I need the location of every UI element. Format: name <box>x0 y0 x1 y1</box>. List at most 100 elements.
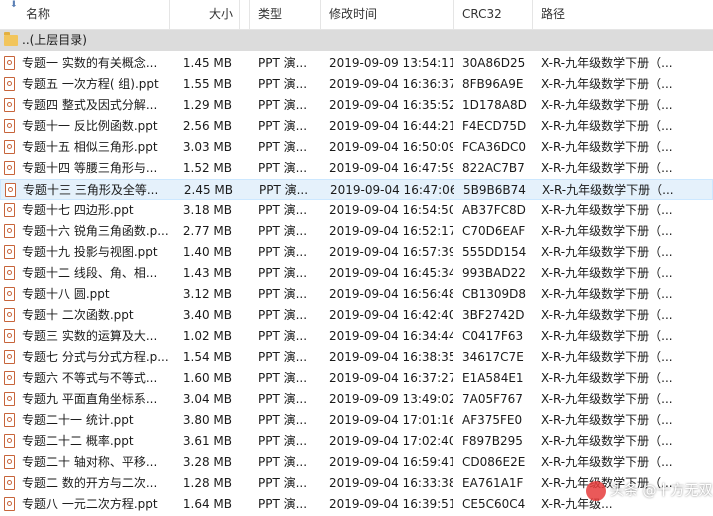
file-path: X-R-九年级数学下册（... <box>541 413 673 427</box>
file-row[interactable]: 专题三 实数的运算及大... 1.02 MB PPT 演... 2019-09-04 … <box>0 326 713 347</box>
file-modified: 2019-09-04 16:36:37 <box>329 77 453 91</box>
file-modified: 2019-09-04 16:39:51 <box>329 497 453 511</box>
file-type: PPT 演... <box>258 203 308 217</box>
file-row[interactable]: 专题六 不等式与不等式... 1.60 MB PPT 演... 2019-09-04 … <box>0 368 713 389</box>
file-path: X-R-九年级数学下册（... <box>541 434 673 448</box>
file-size: 1.52 MB <box>182 161 232 175</box>
file-crc: 34617C7E <box>462 350 524 364</box>
ppt-file-icon <box>4 413 15 427</box>
ppt-file-icon <box>4 56 15 70</box>
column-size[interactable]: 大小 <box>170 0 240 29</box>
file-path: X-R-九年级数学下册（... <box>541 203 673 217</box>
column-modified[interactable]: 修改时间 <box>321 0 454 29</box>
file-size: 1.28 MB <box>182 476 232 490</box>
file-name: 专题二十 轴对称、平移... <box>22 455 158 469</box>
file-row[interactable]: 专题二十 轴对称、平移... 3.28 MB PPT 演... 2019-09-04 … <box>0 452 713 473</box>
file-name: 专题十八 圆.ppt <box>22 287 110 301</box>
file-row[interactable]: 专题十八 圆.ppt 3.12 MB PPT 演... 2019-09-04 16:5… <box>0 284 713 305</box>
file-row[interactable]: 专题十七 四边形.ppt 3.18 MB PPT 演... 2019-09-04 16… <box>0 200 713 221</box>
file-row[interactable]: 专题十六 锐角三角函数.p... 2.77 MB PPT 演... 2019-09-0… <box>0 221 713 242</box>
file-type: PPT 演... <box>258 224 308 238</box>
file-row[interactable]: 专题九 平面直角坐标系... 3.04 MB PPT 演... 2019-09-09 … <box>0 389 713 410</box>
ppt-file-icon <box>4 308 15 322</box>
file-crc: CD086E2E <box>462 455 526 469</box>
file-path: X-R-九年级数学下册（... <box>541 140 673 154</box>
column-crc32[interactable]: CRC32 <box>454 0 533 29</box>
ppt-file-icon <box>4 350 15 364</box>
file-row[interactable]: 专题一 实数的有关概念... 1.45 MB PPT 演... 2019-09-09 … <box>0 53 713 74</box>
file-name: 专题六 不等式与不等式... <box>22 371 158 385</box>
file-size: 1.45 MB <box>182 56 232 70</box>
ppt-file-icon <box>4 434 15 448</box>
file-crc: C0417F63 <box>462 329 524 343</box>
file-row[interactable]: 专题五 一次方程( 组).ppt 1.55 MB PPT 演... 2019-09-0… <box>0 74 713 95</box>
column-name[interactable]: 名称 <box>0 0 170 29</box>
file-row[interactable]: 专题十三 三角形及全等... 2.45 MB PPT 演... 2019-09-04 … <box>0 179 713 200</box>
file-row[interactable]: 专题十五 相似三角形.ppt 3.03 MB PPT 演... 2019-09-04 … <box>0 137 713 158</box>
file-type: PPT 演... <box>258 287 308 301</box>
file-name: 专题九 平面直角坐标系... <box>22 392 158 406</box>
file-size: 1.64 MB <box>182 497 232 511</box>
file-size: 1.55 MB <box>182 77 232 91</box>
file-type: PPT 演... <box>258 245 308 259</box>
file-name: 专题十二 线段、角、相... <box>22 266 158 280</box>
column-type[interactable]: 类型 <box>250 0 321 29</box>
parent-directory-label: ..(上层目录) <box>22 33 87 47</box>
column-path[interactable]: 路径 <box>533 0 713 29</box>
file-type: PPT 演... <box>258 476 308 490</box>
file-row[interactable]: 专题二十一 统计.ppt 3.80 MB PPT 演... 2019-09-04 17… <box>0 410 713 431</box>
file-row[interactable]: 专题七 分式与分式方程.p... 1.54 MB PPT 演... 2019-09-0… <box>0 347 713 368</box>
file-crc: 555DD154 <box>462 245 527 259</box>
file-path: X-R-九年级数学下册（... <box>541 245 673 259</box>
file-modified: 2019-09-04 16:57:39 <box>329 245 453 259</box>
file-modified: 2019-09-04 16:42:40 <box>329 308 453 322</box>
file-modified: 2019-09-09 13:54:11 <box>329 56 453 70</box>
ppt-file-icon <box>4 98 15 112</box>
file-modified: 2019-09-04 16:47:59 <box>329 161 453 175</box>
file-crc: F4ECD75D <box>462 119 527 133</box>
file-type: PPT 演... <box>258 371 308 385</box>
file-name: 专题十六 锐角三角函数.p... <box>22 224 169 238</box>
file-type: PPT 演... <box>258 413 308 427</box>
ppt-file-icon <box>4 224 15 238</box>
file-row[interactable]: 专题二十二 概率.ppt 3.61 MB PPT 演... 2019-09-04 17… <box>0 431 713 452</box>
file-path: X-R-九年级数学下册（... <box>541 77 673 91</box>
file-size: 3.12 MB <box>182 287 232 301</box>
file-size: 3.04 MB <box>182 392 232 406</box>
file-modified: 2019-09-04 16:35:52 <box>329 98 453 112</box>
file-crc: 3BF2742D <box>462 308 525 322</box>
ppt-file-icon <box>4 119 15 133</box>
file-type: PPT 演... <box>258 392 308 406</box>
file-crc: 1D178A8D <box>462 98 527 112</box>
file-row[interactable]: 专题十 二次函数.ppt 3.40 MB PPT 演... 2019-09-04 16… <box>0 305 713 326</box>
file-path: X-R-九年级数学下册（... <box>542 183 674 197</box>
parent-directory-row[interactable]: ..(上层目录) <box>0 30 713 51</box>
file-row[interactable]: 专题十二 线段、角、相... 1.43 MB PPT 演... 2019-09-04 … <box>0 263 713 284</box>
file-name: 专题五 一次方程( 组).ppt <box>22 77 159 91</box>
ppt-file-icon <box>4 455 15 469</box>
file-type: PPT 演... <box>258 161 308 175</box>
file-name: 专题十三 三角形及全等... <box>23 183 159 197</box>
file-row[interactable]: 专题十九 投影与视图.ppt 1.40 MB PPT 演... 2019-09-04 … <box>0 242 713 263</box>
file-modified: 2019-09-04 16:56:48 <box>329 287 453 301</box>
watermark: 头条 @十方无双 <box>586 478 712 504</box>
file-size: 1.43 MB <box>182 266 232 280</box>
file-row[interactable]: 专题四 整式及因式分解... 1.29 MB PPT 演... 2019-09-04 … <box>0 95 713 116</box>
file-crc: CB1309D8 <box>462 287 527 301</box>
file-type: PPT 演... <box>258 77 308 91</box>
file-row[interactable]: 专题十一 反比例函数.ppt 2.56 MB PPT 演... 2019-09-04 … <box>0 116 713 137</box>
file-row[interactable]: 专题十四 等腰三角形与... 1.52 MB PPT 演... 2019-09-04 … <box>0 158 713 179</box>
file-size: 3.40 MB <box>182 308 232 322</box>
file-modified: 2019-09-04 16:54:50 <box>329 203 453 217</box>
file-crc: F897B295 <box>462 434 523 448</box>
ppt-file-icon <box>4 287 15 301</box>
ppt-file-icon <box>4 161 15 175</box>
file-path: X-R-九年级数学下册（... <box>541 392 673 406</box>
file-path: X-R-九年级数学下册（... <box>541 98 673 112</box>
file-name: 专题十 二次函数.ppt <box>22 308 134 322</box>
file-path: X-R-九年级数学下册（... <box>541 287 673 301</box>
file-size: 1.29 MB <box>182 98 232 112</box>
file-crc: C70D6EAF <box>462 224 526 238</box>
file-type: PPT 演... <box>258 329 308 343</box>
file-size: 3.61 MB <box>182 434 232 448</box>
